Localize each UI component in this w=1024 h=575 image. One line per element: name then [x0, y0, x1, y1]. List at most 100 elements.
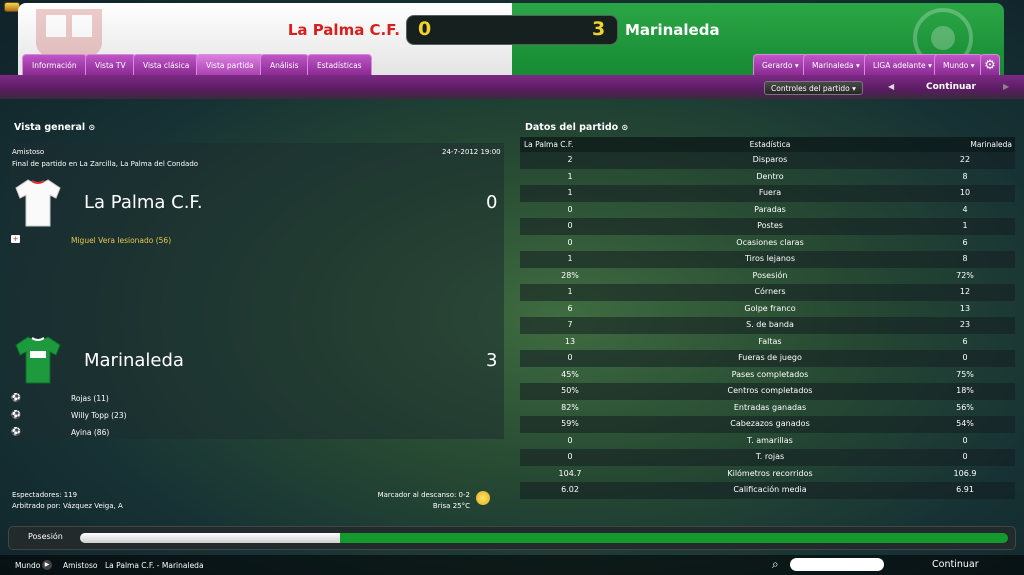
breadcrumb-mundo[interactable]: Mundo — [15, 561, 40, 570]
away-goal-event: Rojas (11) — [71, 394, 109, 403]
stats-header: La Palma C.F. Estadística Marinaleda — [520, 137, 1015, 152]
stats-row: 6.02 Calificación media 6.91 — [520, 482, 1015, 499]
stat-away-value: 6.91 — [956, 485, 974, 494]
stats-row: 2 Disparos 22 — [520, 152, 1015, 169]
gear-icon[interactable]: ⚙ — [980, 54, 1000, 76]
home-shirt-icon — [15, 179, 61, 227]
stat-home-value: 28% — [561, 270, 579, 280]
info-icon[interactable]: ⊙ — [621, 123, 628, 132]
stat-away-value: 22 — [959, 155, 971, 164]
stat-home-value: 6 — [567, 303, 573, 313]
match-controls-dropdown[interactable]: Controles del partido ▾ — [764, 81, 863, 95]
stats-row: 59% Cabezazos ganados 54% — [520, 416, 1015, 433]
stats-row: 0 Fueras de juego 0 — [520, 350, 1015, 367]
search-icon[interactable]: ⌕ — [772, 557, 779, 572]
stat-home-value: 2 — [567, 155, 573, 164]
stat-away-value: 0 — [962, 353, 968, 362]
stats-title: Datos del partido ⊙ — [525, 122, 629, 133]
stat-home-value: 0 — [567, 204, 573, 214]
stat-name: Kilómetros recorridos — [727, 468, 813, 478]
stats-row: 50% Centros completados 18% — [520, 383, 1015, 400]
breadcrumb-amistoso[interactable]: Amistoso — [63, 561, 97, 570]
stat-name: Ocasiones claras — [736, 237, 804, 247]
stat-home-value: 59% — [561, 419, 579, 428]
tab-vista-tv[interactable]: Vista TV — [85, 54, 136, 76]
stat-away-value: 12 — [959, 287, 971, 296]
stats-row: 28% Posesión 72% — [520, 268, 1015, 285]
tab-marinaleda[interactable]: Marinaleda ▾ — [803, 54, 869, 76]
tab-informacion[interactable]: Información — [22, 54, 87, 76]
away-score: 3 — [592, 18, 606, 40]
stats-row: 0 Postes 1 — [520, 218, 1015, 235]
venue-label: Final de partido en La Zarcilla, La Palm… — [12, 160, 199, 168]
goal-ball-icon: ⚽ — [11, 427, 21, 436]
stat-name: Disparos — [752, 155, 788, 164]
stat-away-value: 0 — [962, 435, 968, 445]
away-team-name: Marinaleda — [625, 21, 720, 39]
goal-ball-icon: ⚽ — [11, 393, 21, 402]
stat-away-value: 6 — [962, 237, 968, 247]
stat-away-value: 1 — [962, 221, 968, 230]
tab-analisis[interactable]: Análisis — [260, 54, 309, 76]
home-team-name: La Palma C.F. — [287, 21, 400, 39]
injury-icon: + — [11, 235, 20, 243]
tab-gerardo[interactable]: Gerardo ▾ — [753, 54, 808, 76]
stats-row: 1 Dentro 8 — [520, 169, 1015, 186]
stat-away-value: 10 — [959, 188, 971, 197]
stat-home-value: 1 — [567, 287, 573, 296]
stat-home-value: 1 — [567, 254, 573, 263]
chevron-down-icon: ▾ — [856, 61, 860, 70]
stat-home-value: 1 — [567, 171, 573, 181]
breadcrumb-match[interactable]: La Palma C.F. - Marinaleda — [105, 561, 204, 570]
stat-away-value: 54% — [956, 419, 974, 428]
stats-col-stat: Estadística — [749, 140, 791, 149]
referee-label: Arbitrado por: Vázquez Veiga, A — [12, 502, 123, 510]
scoreboard — [406, 15, 618, 45]
home-team-title: La Palma C.F. — [84, 192, 203, 213]
stat-home-value: 13 — [564, 336, 576, 346]
tab-vista-partida[interactable]: Vista partida — [196, 54, 264, 76]
stats-row: 1 Fuera 10 — [520, 185, 1015, 202]
stats-row: 0 T. rojas 0 — [520, 449, 1015, 466]
away-team-title: Marinaleda — [84, 350, 184, 371]
stats-table: La Palma C.F. Estadística Marinaleda 2 Di… — [520, 137, 1015, 499]
stats-row: 7 S. de banda 23 — [520, 317, 1015, 334]
stat-name: Postes — [757, 221, 783, 230]
stat-away-value: 56% — [956, 402, 974, 412]
search-input[interactable] — [790, 558, 884, 571]
weather-label: Brisa 25°C — [432, 502, 470, 510]
stat-name: Fuera — [758, 188, 782, 197]
stat-away-value: 8 — [962, 171, 968, 181]
stat-name: Córners — [754, 287, 786, 296]
info-icon[interactable]: ⊙ — [88, 123, 95, 132]
home-score: 0 — [418, 18, 432, 40]
tab-vista-clasica[interactable]: Vista clásica — [133, 54, 200, 76]
chevron-down-icon: ▾ — [794, 61, 799, 70]
home-team-score: 0 — [486, 192, 498, 213]
continue-button-bottom[interactable]: Continuar — [932, 559, 979, 570]
stat-home-value: 104.7 — [558, 468, 582, 478]
chevron-right-icon[interactable]: ▶ — [42, 560, 52, 570]
competition-label: Amistoso — [12, 148, 45, 156]
stat-away-value: 106.9 — [953, 468, 977, 478]
stat-home-value: 0 — [567, 452, 573, 461]
stat-away-value: 8 — [962, 254, 968, 263]
stat-home-value: 0 — [567, 237, 573, 247]
stat-name: Pases completados — [731, 369, 809, 379]
tab-mundo[interactable]: Mundo ▾ — [934, 54, 984, 76]
attendance-label: Espectadores: 119 — [12, 491, 78, 499]
stats-row: 1 Córners 12 — [520, 284, 1015, 301]
continue-button-top[interactable]: Continuar — [926, 82, 976, 92]
tab-liga[interactable]: LIGA adelante ▾ — [864, 54, 941, 76]
tab-estadisticas[interactable]: Estadísticas — [307, 54, 372, 76]
home-event: Miguel Vera lesionado (56) — [71, 236, 172, 245]
stat-away-value: 18% — [956, 386, 974, 395]
goal-ball-icon: ⚽ — [11, 410, 21, 419]
stats-row: 45% Pases completados 75% — [520, 367, 1015, 384]
back-arrow-icon[interactable]: ◀ — [888, 82, 894, 91]
stat-away-value: 4 — [962, 204, 968, 214]
forward-arrow-icon[interactable]: ▶ — [1003, 82, 1009, 91]
stat-away-value: 0 — [962, 452, 968, 461]
stats-row: 0 T. amarillas 0 — [520, 433, 1015, 450]
stat-name: Calificación media — [733, 485, 807, 494]
